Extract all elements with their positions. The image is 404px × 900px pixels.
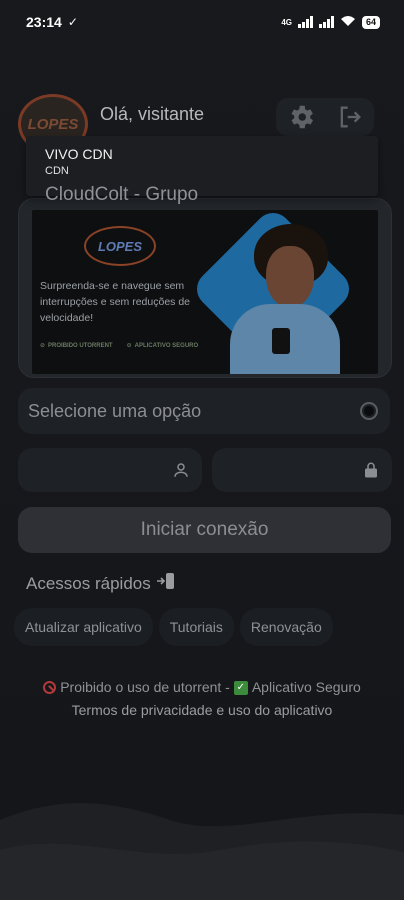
server-name: VIVO CDN	[45, 146, 113, 162]
username-field[interactable]	[18, 448, 202, 492]
lock-icon	[365, 462, 377, 478]
status-right: 4G 64	[281, 14, 380, 30]
prohibited-icon	[43, 681, 57, 694]
select-placeholder: Selecione uma opção	[28, 400, 202, 421]
server-type: CDN	[45, 165, 69, 177]
signal-icon	[297, 16, 313, 28]
app-screen: 23:14 ✓ 4G 64 LOPES Olá, visitante LOPES…	[0, 0, 404, 900]
badge-utorrent: ⊘ PROIBIDO UTORRENT	[40, 342, 113, 350]
renewal-chip[interactable]: Renovação	[239, 608, 333, 646]
quick-access-chips: Atualizar aplicativo Tutoriais Renovação	[14, 608, 390, 646]
quick-access-title: Acessos rápidos	[26, 572, 176, 595]
user-icon	[174, 463, 188, 477]
notice: Proibido o uso de utorrent - ✓ Aplicativ…	[0, 676, 404, 722]
password-field[interactable]	[212, 448, 392, 492]
header-actions	[276, 98, 374, 136]
status-left: 23:14 ✓	[26, 14, 78, 30]
wifi-icon	[340, 14, 356, 30]
server-group: CloudColt - Grupo	[45, 184, 199, 205]
gear-icon[interactable]	[285, 101, 317, 133]
logout-icon[interactable]	[334, 101, 366, 133]
logo-text: LOPES	[27, 115, 79, 133]
status-time: 23:14	[26, 14, 62, 30]
badge-safe: ⊙ APLICATIVO SEGURO	[126, 342, 199, 350]
banner-badges: ⊘ PROIBIDO UTORRENT ⊙ APLICATIVO SEGURO	[40, 342, 199, 350]
promo-banner[interactable]: LOPES Surpreenda-se e navegue sem interr…	[32, 210, 378, 374]
terms-link[interactable]: Termos de privacidade e uso do aplicativ…	[0, 699, 404, 722]
notice-prohibited: Proibido o uso de utorrent -	[60, 679, 230, 695]
banner-logo-text: LOPES	[97, 238, 143, 254]
quick-access-label: Acessos rápidos	[26, 573, 151, 593]
tutorials-chip[interactable]: Tutoriais	[158, 608, 234, 646]
checkmark-icon: ✓	[233, 680, 248, 695]
phone-icon	[272, 328, 290, 354]
check-icon: ✓	[67, 15, 78, 29]
greeting: Olá, visitante	[100, 104, 205, 124]
banner-person-face	[266, 246, 314, 308]
update-app-chip[interactable]: Atualizar aplicativo	[14, 608, 153, 646]
badge-utorrent-label: PROIBIDO UTORRENT	[48, 342, 113, 349]
banner-text: Surpreenda-se e navegue sem interrupções…	[40, 280, 190, 324]
network-label: 4G	[281, 17, 292, 27]
notice-safe: Aplicativo Seguro	[251, 679, 361, 695]
banner-logo: LOPES	[84, 226, 156, 266]
status-bar: 23:14 ✓ 4G 64	[0, 0, 404, 44]
mobile-arrow-icon	[156, 572, 176, 595]
notice-line: Proibido o uso de utorrent - ✓ Aplicativ…	[0, 676, 404, 699]
signal-icon-2	[318, 16, 334, 28]
radio-icon[interactable]	[360, 402, 378, 420]
server-select[interactable]: Selecione uma opção	[18, 388, 390, 434]
badge-safe-label: APLICATIVO SEGURO	[134, 342, 199, 349]
wave-decoration	[0, 803, 404, 900]
connect-button[interactable]: Iniciar conexão	[18, 507, 391, 553]
battery-icon: 64	[361, 15, 380, 29]
